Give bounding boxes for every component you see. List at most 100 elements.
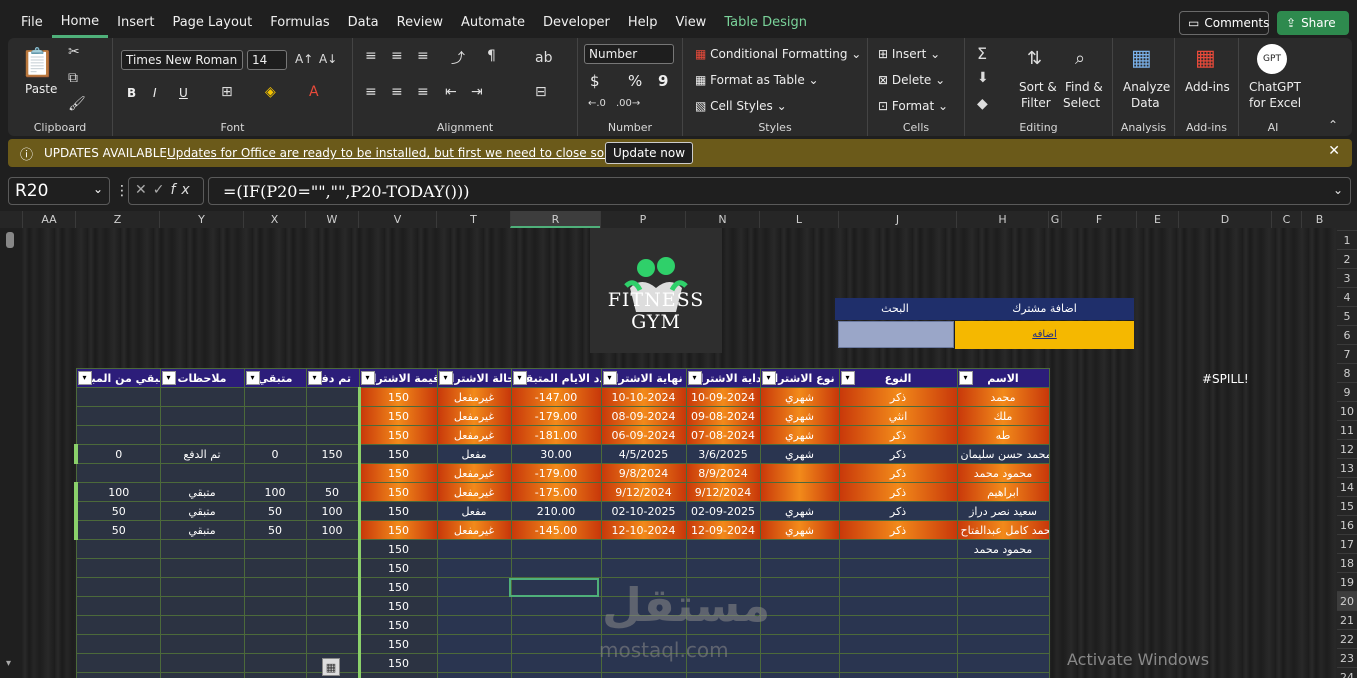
table-cell[interactable]: 4/5/2025 [600, 444, 687, 464]
table-cell[interactable] [759, 615, 840, 635]
filter-dropdown-icon[interactable]: ▾ [840, 371, 855, 385]
table-cell[interactable] [510, 596, 602, 616]
format-cells-button[interactable]: ⊡ Format ⌄ [878, 99, 948, 113]
table-cell[interactable]: 50 [305, 482, 360, 502]
search-input[interactable] [838, 321, 954, 348]
formula-input[interactable]: =(IF(P20="","",P20-TODAY())) [208, 177, 1351, 205]
table-cell[interactable] [838, 672, 958, 678]
table-cell[interactable] [159, 463, 245, 483]
find-label[interactable]: Find & [1065, 80, 1103, 94]
table-header-cell[interactable]: ▾ نوع الاشتراك [759, 368, 840, 388]
table-header-cell[interactable]: ▾ النوع [838, 368, 958, 388]
table-cell[interactable]: شهري [759, 520, 840, 540]
table-cell[interactable] [685, 672, 761, 678]
select-label[interactable]: Select [1063, 96, 1100, 110]
table-cell[interactable] [305, 634, 360, 654]
align-top-icon[interactable]: ≡ [365, 48, 377, 64]
table-cell[interactable] [510, 672, 602, 678]
table-cell[interactable]: متبقي [159, 520, 245, 540]
clear-icon[interactable]: ◆ [977, 96, 988, 112]
table-cell[interactable]: 07-08-2024 [685, 425, 761, 445]
column-header-d[interactable]: D [1178, 211, 1271, 228]
row-header-10[interactable]: 10 [1337, 401, 1357, 420]
autosum-icon[interactable]: Σ [977, 44, 987, 63]
column-header-h[interactable]: H [956, 211, 1048, 228]
table-cell[interactable] [956, 634, 1050, 654]
column-header-aa[interactable]: AA [22, 211, 75, 228]
table-cell[interactable] [75, 615, 161, 635]
collapse-ribbon-icon[interactable]: ⌃ [1328, 118, 1338, 132]
table-cell[interactable] [305, 425, 360, 445]
table-cell[interactable]: متبقي [159, 482, 245, 502]
row-header-16[interactable]: 16 [1337, 515, 1357, 534]
insert-cells-button[interactable]: ⊞ Insert ⌄ [878, 47, 940, 61]
table-cell[interactable]: محمود محمد [956, 463, 1050, 483]
quick-analysis-icon[interactable]: ▦ [322, 658, 340, 676]
table-cell[interactable] [75, 634, 161, 654]
fill-color-icon[interactable]: ◈ [265, 84, 276, 100]
orientation-icon[interactable]: ⤴ [451, 48, 465, 68]
italic-button[interactable]: I [153, 86, 157, 100]
table-cell[interactable] [75, 539, 161, 559]
table-cell[interactable]: مفعل [436, 444, 512, 464]
table-cell[interactable] [510, 634, 602, 654]
column-header-n[interactable]: N [685, 211, 759, 228]
row-header-6[interactable]: 6 [1337, 325, 1357, 344]
filter-dropdown-icon[interactable]: ▾ [360, 371, 375, 385]
table-cell[interactable]: 150 [305, 444, 360, 464]
table-cell[interactable] [436, 672, 512, 678]
table-header-cell[interactable]: ▾ ملاحظات [159, 368, 245, 388]
table-cell[interactable]: 50 [243, 501, 307, 521]
close-icon[interactable]: ✕ [1328, 143, 1340, 159]
table-cell[interactable] [159, 672, 245, 678]
filter-dropdown-icon[interactable]: ▾ [602, 371, 617, 385]
expand-formula-icon[interactable]: ⌄ [1333, 183, 1343, 197]
table-cell[interactable]: 0 [243, 444, 307, 464]
table-cell[interactable]: 3/6/2025 [685, 444, 761, 464]
table-cell[interactable]: سعيد نصر دراز [956, 501, 1050, 521]
enter-icon[interactable]: ✓ [153, 182, 171, 198]
table-cell[interactable] [243, 463, 307, 483]
table-cell[interactable]: ذكر [838, 482, 958, 502]
column-header-t[interactable]: T [436, 211, 510, 228]
table-cell[interactable]: 150 [357, 406, 438, 426]
column-header-g[interactable]: G [1048, 211, 1061, 228]
table-cell[interactable]: 9/12/2024 [685, 482, 761, 502]
tab-file[interactable]: File [12, 0, 52, 38]
row-header-12[interactable]: 12 [1337, 439, 1357, 458]
table-header-cell[interactable]: ▾ حالة الاشتراك [436, 368, 512, 388]
table-cell[interactable]: ابراهيم [956, 482, 1050, 502]
table-cell[interactable] [838, 577, 958, 597]
table-cell[interactable]: 100 [74, 482, 161, 502]
table-cell[interactable] [956, 653, 1050, 673]
table-cell[interactable]: غيرمفعل [436, 520, 512, 540]
row-header-8[interactable]: 8 [1337, 363, 1357, 382]
table-cell[interactable] [75, 577, 161, 597]
table-cell[interactable]: 150 [357, 672, 438, 678]
table-cell[interactable]: غيرمفعل [436, 482, 512, 502]
column-header-j[interactable]: J [838, 211, 956, 228]
table-cell[interactable]: 50 [74, 520, 161, 540]
table-cell[interactable]: ذكر [838, 387, 958, 407]
table-cell[interactable] [305, 558, 360, 578]
column-header-x[interactable]: X [243, 211, 305, 228]
table-cell[interactable] [600, 539, 687, 559]
tab-home[interactable]: Home [51, 0, 109, 38]
column-header-w[interactable]: W [305, 211, 358, 228]
table-cell[interactable]: محمود محمد [956, 539, 1050, 559]
currency-button[interactable]: $ [590, 72, 600, 90]
align-right-icon[interactable]: ≡ [417, 84, 429, 100]
table-cell[interactable]: 0 [74, 444, 161, 464]
table-header-cell[interactable]: ▾متبقي من المبلغ [75, 368, 161, 388]
table-cell[interactable]: شهري [759, 501, 840, 521]
column-header-f[interactable]: F [1061, 211, 1136, 228]
row-header-3[interactable]: 3 [1337, 268, 1357, 287]
cut-icon[interactable]: ✂ [68, 44, 80, 60]
tab-formulas[interactable]: Formulas [261, 0, 338, 38]
copy-icon[interactable]: ⧉ [68, 70, 78, 86]
addins-icon[interactable]: ▦ [1195, 46, 1216, 71]
table-cell[interactable] [159, 577, 245, 597]
table-cell[interactable]: 150 [357, 463, 438, 483]
table-cell[interactable] [956, 577, 1050, 597]
tab-review[interactable]: Review [388, 0, 452, 38]
